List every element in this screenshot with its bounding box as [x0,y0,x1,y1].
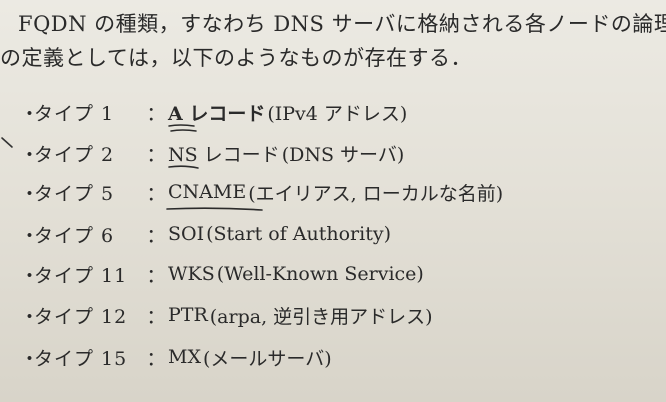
record-name: NS レコード [168,140,280,169]
colon: ： [146,347,166,370]
record-text: NS レコード [168,143,280,166]
pen-tick-mark [1,137,13,148]
record-description: (arpa, 逆引き用アドレス) [209,305,433,328]
record-description: (Well-Known Service) [216,263,424,285]
colon: ： [146,305,166,328]
record-description: (DNS サーバ) [281,143,405,166]
document-page: FQDN の種類，すなわち DNS サーバに格納される各ノードの論理 の定義とし… [0,0,666,402]
list-item: ・ タイプ 5 ： CNAME (エイリアス, ローカルな名前) [20,176,504,211]
list-bullet: ・ [20,305,40,328]
list-item: ・ タイプ 1 ： A レコード (IPv4 アドレス) [20,96,408,132]
record-name: CNAME [166,181,263,211]
record-name: A レコード [168,99,266,132]
type-label: タイプ 12 [34,305,128,328]
type-label: タイプ 1 [34,102,115,125]
colon: ： [146,264,166,287]
list-bullet: ・ [20,264,40,287]
record-description: (Start of Authority) [206,223,391,245]
record-text: CNAME [168,181,247,203]
colon: ： [146,102,166,125]
record-text: A レコード [168,102,266,125]
list-item: ・ タイプ 11 ： WKS (Well-Known Service) [20,258,424,290]
record-name: SOI [168,223,205,245]
intro-line-1: FQDN の種類，すなわち DNS サーバに格納される各ノードの論理 [18,12,666,36]
colon: ： [146,182,166,205]
record-description: (メールサーバ) [202,347,332,370]
record-description: (エイリアス, ローカルな名前) [248,182,504,205]
list-bullet: ・ [20,143,40,166]
list-bullet: ・ [20,347,40,370]
list-item: ・ タイプ 6 ： SOI (Start of Authority) [20,218,391,250]
record-description: (IPv4 アドレス) [267,102,408,125]
type-label: タイプ 11 [34,264,128,287]
record-name: MX [168,346,201,368]
type-label: タイプ 5 [34,182,115,205]
list-bullet: ・ [20,224,40,247]
list-bullet: ・ [20,182,40,205]
type-label: タイプ 6 [34,224,115,247]
type-label: タイプ 15 [34,347,128,370]
colon: ： [146,143,166,166]
record-name: PTR [168,304,208,326]
intro-line-2: の定義としては，以下のようなものが存在する． [0,46,472,70]
list-item: ・ タイプ 2 ： NS レコード (DNS サーバ) [20,137,404,169]
list-item: ・ タイプ 12 ： PTR (arpa, 逆引き用アドレス) [20,299,433,331]
handwritten-underline [166,207,263,211]
list-bullet: ・ [20,102,40,125]
colon: ： [146,224,166,247]
list-item: ・ タイプ 15 ： MX (メールサーバ) [20,341,332,373]
record-name: WKS [168,263,215,285]
type-label: タイプ 2 [34,143,115,166]
